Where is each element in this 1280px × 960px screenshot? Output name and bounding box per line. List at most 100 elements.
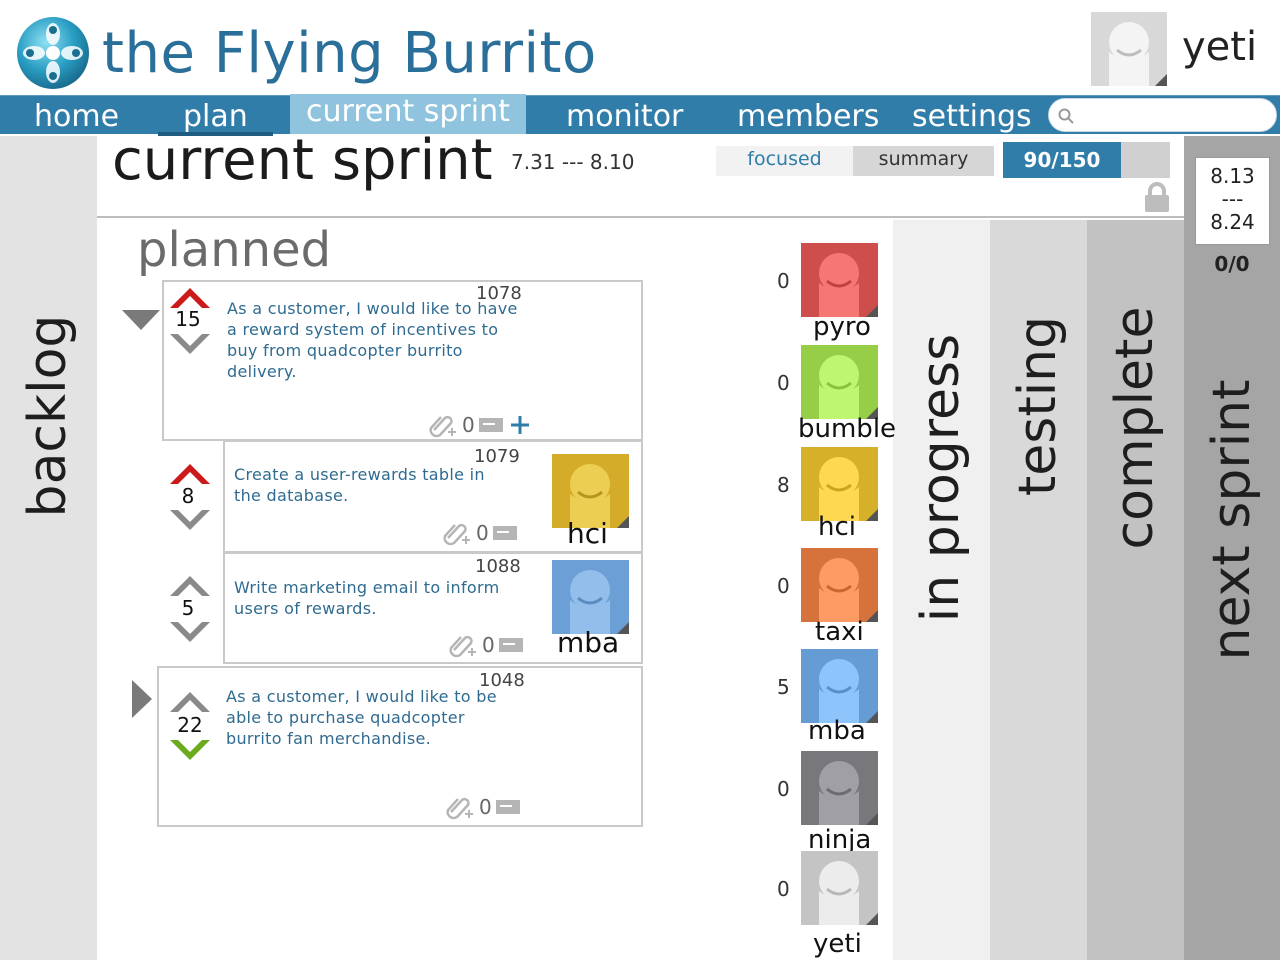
team-member-points: 0 <box>777 371 790 395</box>
comment-icon <box>492 526 517 540</box>
team-member-points: 0 <box>777 777 790 801</box>
paperclip-icon <box>443 523 470 546</box>
team-member-name: pyro <box>813 312 871 342</box>
assignee-name: mba <box>557 626 620 659</box>
task-card[interactable]: 1079 Create a user-rewards table in the … <box>223 440 643 553</box>
in-progress-column[interactable]: in progress <box>893 220 990 960</box>
in-progress-label: in progress <box>911 333 971 623</box>
story-points: 15 <box>175 307 201 331</box>
story-attachments[interactable]: 0 <box>445 794 522 820</box>
assignee-name: hci <box>567 517 608 550</box>
expand-icon[interactable] <box>132 680 152 722</box>
next-sprint-dates[interactable]: 8.13 --- 8.24 <box>1195 157 1270 245</box>
team-member-avatar[interactable] <box>801 447 878 521</box>
team-member-avatar[interactable] <box>801 548 878 622</box>
task-text-line: Write marketing email to inform <box>234 578 500 597</box>
story-text-line: buy from quadcopter burrito <box>227 341 463 360</box>
capacity-text: 90/150 <box>1023 148 1101 172</box>
collapse-icon[interactable] <box>122 310 160 334</box>
story-text-line: delivery. <box>227 362 297 381</box>
search-icon <box>1058 108 1074 124</box>
next-sprint-start: 8.13 <box>1210 164 1255 188</box>
story-points: 22 <box>177 713 203 737</box>
story-card[interactable]: 1078 As a customer, I would like to have… <box>162 280 643 441</box>
comment-icon <box>478 418 503 432</box>
attachment-count: 0 <box>482 633 495 657</box>
comment-icon <box>498 638 523 652</box>
comment-icon <box>495 800 520 814</box>
team-member-name: hci <box>818 512 856 542</box>
nav-settings[interactable]: settings <box>912 96 1032 135</box>
next-sprint-separator: --- <box>1221 187 1244 211</box>
attachment-count: 0 <box>476 521 489 545</box>
downvote-arrow-icon[interactable] <box>170 510 210 536</box>
team-member-points: 0 <box>777 269 790 293</box>
task-text: Write marketing email to inform users of… <box>234 577 514 619</box>
task-text-line: users of rewards. <box>234 599 377 618</box>
paperclip-icon <box>446 797 473 820</box>
next-sprint-end: 8.24 <box>1210 210 1255 234</box>
story-text-line: burrito fan merchandise. <box>226 729 432 748</box>
story-card[interactable]: 1048 As a customer, I would like to be a… <box>157 666 643 827</box>
testing-column[interactable]: testing <box>990 220 1087 960</box>
nav-home[interactable]: home <box>34 96 119 135</box>
task-id: 1088 <box>475 556 521 577</box>
nav-monitor[interactable]: monitor <box>566 96 683 135</box>
search-input[interactable] <box>1081 103 1267 127</box>
story-text-line: a reward system of incentives to <box>227 320 499 339</box>
team-member-avatar[interactable] <box>801 751 878 825</box>
view-summary-button[interactable]: summary <box>853 146 994 176</box>
team-member-points: 5 <box>777 675 790 699</box>
page-title: current sprint <box>112 128 493 193</box>
task-text: Create a user-rewards table in the datab… <box>234 464 514 506</box>
task-attachments[interactable]: 0 <box>442 520 519 546</box>
paperclip-icon <box>449 635 476 658</box>
nav-members[interactable]: members <box>737 96 879 135</box>
app-logo[interactable] <box>16 16 90 90</box>
sprint-dates: 7.31 --- 8.10 <box>511 150 635 174</box>
task-text-line: Create a user-rewards table in <box>234 465 485 484</box>
complete-label: complete <box>1105 306 1165 550</box>
backlog-label: backlog <box>18 314 78 518</box>
team-member-avatar[interactable] <box>801 243 878 317</box>
story-text-line: As a customer, I would like to be <box>226 687 497 706</box>
search-box[interactable] <box>1048 98 1277 132</box>
add-task-icon[interactable] <box>509 414 531 436</box>
team-member-avatar[interactable] <box>801 345 878 419</box>
testing-label: testing <box>1008 315 1068 497</box>
team-member-avatar[interactable] <box>801 649 878 723</box>
task-points: 8 <box>181 484 195 508</box>
team-member-name: yeti <box>813 929 862 959</box>
paperclip-icon <box>429 415 456 438</box>
task-text-line: the database. <box>234 486 349 505</box>
downvote-arrow-icon[interactable] <box>170 740 210 766</box>
team-member-points: 0 <box>777 574 790 598</box>
task-card[interactable]: 1088 Write marketing email to inform use… <box>223 552 643 664</box>
team-member-name: taxi <box>815 617 864 647</box>
assignee-avatar[interactable] <box>552 560 629 634</box>
username[interactable]: yeti <box>1182 24 1257 70</box>
complete-column[interactable]: complete <box>1087 220 1184 960</box>
attachment-count: 0 <box>462 413 475 437</box>
story-attachments[interactable]: 0 <box>428 412 531 438</box>
view-focused-button[interactable]: focused <box>716 146 853 176</box>
planned-heading: planned <box>137 222 332 278</box>
story-text: As a customer, I would like to be able t… <box>226 686 526 749</box>
team-member-points: 8 <box>777 473 790 497</box>
story-text-line: As a customer, I would like to have <box>227 299 518 318</box>
story-text: As a customer, I would like to have a re… <box>227 298 527 382</box>
next-sprint-count: 0/0 <box>1214 252 1250 276</box>
team-member-points: 0 <box>777 877 790 901</box>
team-member-name: mba <box>808 716 866 746</box>
downvote-arrow-icon[interactable] <box>170 334 210 360</box>
attachment-count: 0 <box>479 795 492 819</box>
task-points: 5 <box>181 596 195 620</box>
backlog-column[interactable]: backlog <box>0 136 97 960</box>
downvote-arrow-icon[interactable] <box>170 622 210 648</box>
user-avatar[interactable] <box>1091 12 1167 86</box>
task-attachments[interactable]: 0 <box>448 632 525 658</box>
team-member-name: bumble <box>798 414 897 444</box>
lock-icon[interactable] <box>1144 182 1170 216</box>
team-member-avatar[interactable] <box>801 851 878 925</box>
capacity-bar: 90/150 <box>1003 142 1170 178</box>
